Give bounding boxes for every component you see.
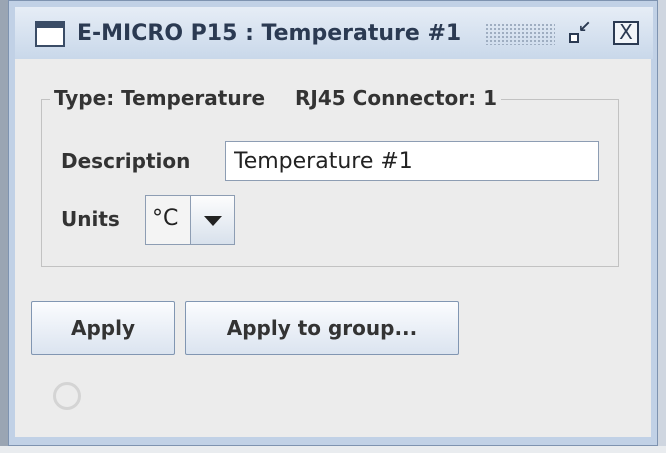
description-label: Description — [61, 149, 191, 173]
chevron-down-icon[interactable] — [190, 196, 234, 244]
title-grip-pattern — [485, 23, 555, 45]
connector-value: 1 — [483, 86, 498, 110]
dialog-content: Type: Temperature RJ45 Connector: 1 Descr… — [15, 59, 651, 437]
type-value: Temperature — [121, 86, 266, 110]
internal-frame: E-MICRO P15 : Temperature #1 ↙ X Type: T… — [8, 0, 658, 446]
apply-button[interactable]: Apply — [31, 301, 175, 355]
units-value: °C — [152, 206, 179, 231]
background-bottom-edge — [0, 446, 666, 453]
busy-indicator-icon — [53, 382, 81, 410]
units-label: Units — [61, 207, 120, 231]
group-legend: Type: Temperature RJ45 Connector: 1 — [50, 86, 502, 110]
connector-label: RJ45 Connector: — [295, 86, 477, 110]
units-select[interactable]: °C — [145, 195, 235, 245]
title-bar[interactable]: E-MICRO P15 : Temperature #1 ↙ X — [15, 7, 653, 59]
sensor-group-box: Type: Temperature RJ45 Connector: 1 — [41, 86, 619, 267]
close-button[interactable]: X — [613, 21, 639, 45]
window-title: E-MICRO P15 : Temperature #1 — [77, 21, 462, 46]
close-icon: X — [619, 20, 633, 44]
type-label: Type: — [54, 86, 115, 110]
restore-button[interactable]: ↙ — [567, 17, 595, 47]
description-field[interactable] — [225, 141, 599, 181]
background-left-edge — [0, 0, 8, 453]
apply-to-group-button[interactable]: Apply to group... — [185, 301, 459, 355]
window-icon — [35, 21, 65, 47]
restore-arrow-icon: ↙ — [578, 17, 592, 36]
